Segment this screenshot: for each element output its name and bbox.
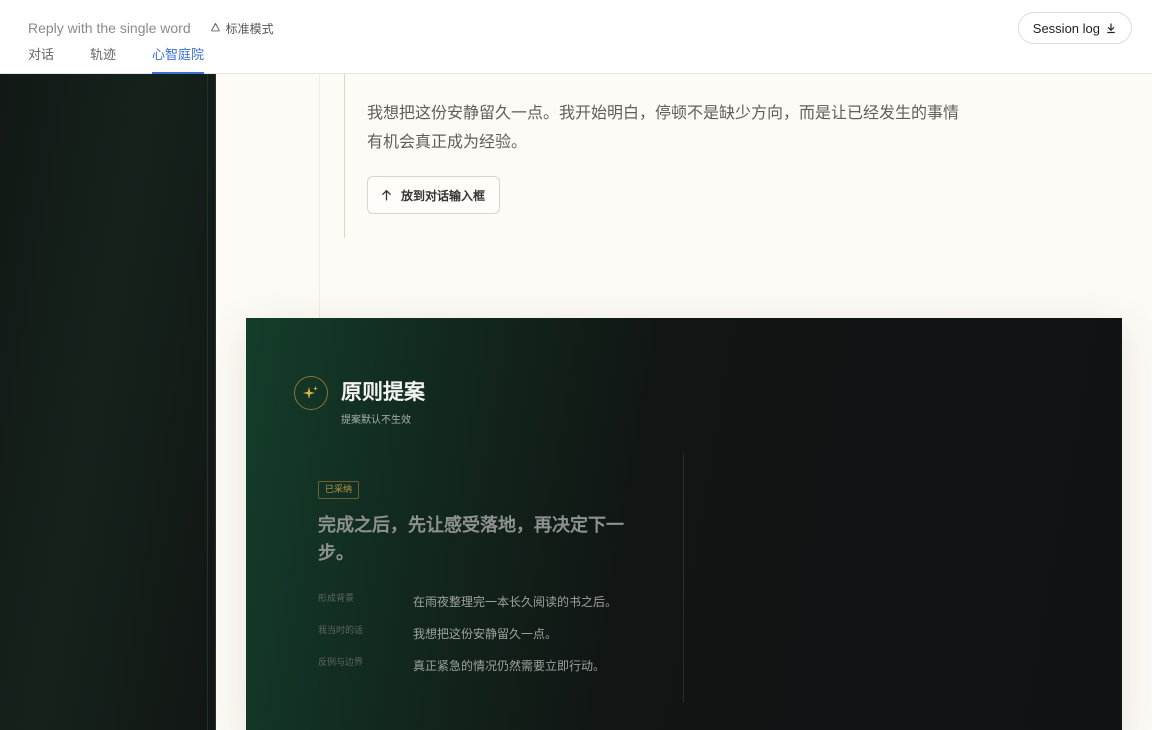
detail-row-counterexample: 反例与边界 真正紧急的情况仍然需要立即行动。 — [318, 655, 668, 675]
tab-trajectory[interactable]: 轨迹 — [90, 46, 116, 74]
tab-mind-courtyard[interactable]: 心智庭院 — [152, 46, 205, 74]
detail-label: 我当时的话 — [318, 626, 364, 636]
card-icon-ring — [294, 376, 328, 410]
tab-bar: 对话 轨迹 心智庭院 — [28, 46, 240, 74]
detail-row-background: 形成背景 在雨夜整理完一本长久阅读的书之后。 — [318, 591, 668, 611]
faint-divider — [319, 74, 320, 324]
detail-value: 真正紧急的情况仍然需要立即行动。 — [413, 659, 606, 673]
detail-label: 反例与边界 — [318, 658, 364, 668]
left-panel-divider — [207, 74, 208, 730]
session-title: Reply with the single word — [28, 20, 191, 36]
mode-indicator[interactable]: 标准模式 — [209, 20, 274, 37]
mode-label: 标准模式 — [225, 21, 274, 36]
arrow-up-icon — [381, 189, 392, 200]
session-log-label: Session log — [1032, 20, 1100, 36]
card-subtitle: 提案默认不生效 — [341, 415, 411, 426]
quote-block: 我想把这份安静留久一点。我开始明白，停顿不是缺少方向，而是让已经发生的事情有机会… — [344, 74, 984, 238]
app-header: Reply with the single word 标准模式 对话 轨迹 心智… — [0, 0, 1152, 74]
card-title: 原则提案 — [341, 379, 425, 404]
principle-proposal-card: 原则提案 提案默认不生效 已采纳 完成之后，先让感受落地，再决定下一步。 形成背… — [246, 318, 1122, 730]
session-log-button[interactable]: Session log — [1017, 12, 1132, 44]
detail-value: 我想把这份安静留久一点。 — [413, 627, 558, 641]
main-content: 我想把这份安静留久一点。我开始明白，停顿不是缺少方向，而是让已经发生的事情有机会… — [216, 74, 1152, 730]
title-row: Reply with the single word 标准模式 — [28, 18, 274, 38]
status-badge: 已采纳 — [318, 481, 360, 499]
card-vertical-divider — [683, 454, 684, 702]
recycle-icon — [210, 22, 220, 31]
put-into-input-button[interactable]: 放到对话输入框 — [367, 176, 501, 214]
download-icon — [1107, 23, 1115, 34]
tab-conversation[interactable]: 对话 — [28, 46, 54, 74]
sparkle-icon — [303, 386, 318, 399]
put-into-input-label: 放到对话输入框 — [401, 188, 486, 203]
principle-text: 完成之后，先让感受落地，再决定下一步。 — [318, 515, 624, 564]
detail-row-my-words: 我当时的话 我想把这份安静留久一点。 — [318, 623, 668, 643]
detail-value: 在雨夜整理完一本长久阅读的书之后。 — [413, 595, 618, 609]
detail-label: 形成背景 — [318, 594, 355, 604]
left-panel — [0, 74, 216, 730]
quote-text: 我想把这份安静留久一点。我开始明白，停顿不是缺少方向，而是让已经发生的事情有机会… — [367, 103, 960, 151]
